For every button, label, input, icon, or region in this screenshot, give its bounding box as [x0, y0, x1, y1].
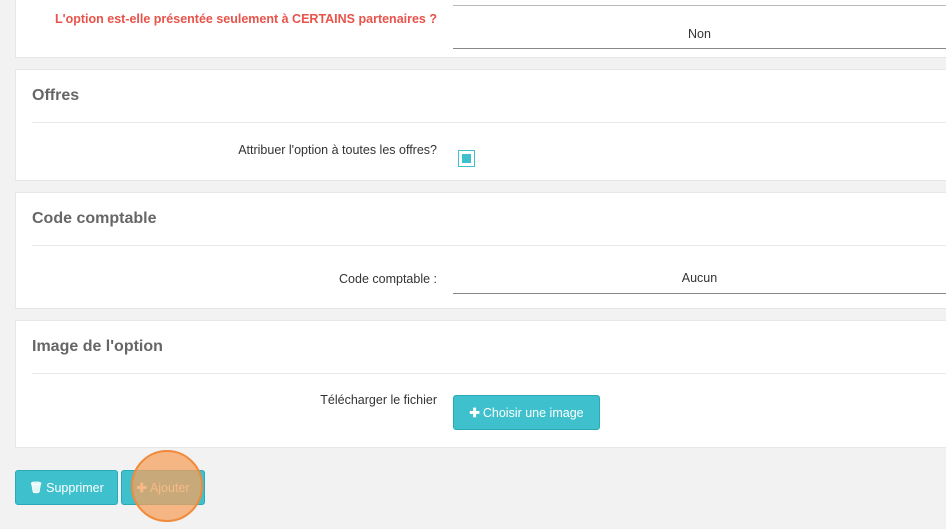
checkbox-check-mark	[462, 154, 471, 163]
offres-checkbox[interactable]	[458, 150, 475, 167]
choose-image-button[interactable]: ✚ Choisir une image	[453, 395, 600, 430]
plus-icon: ✚	[136, 481, 147, 495]
code-select[interactable]: Aucun	[453, 271, 946, 285]
choose-image-label: Choisir une image	[482, 405, 584, 420]
image-title: Image de l'option	[32, 338, 163, 355]
code-divider	[32, 245, 946, 246]
offres-title: Offres	[32, 87, 80, 104]
add-label: Ajouter	[149, 480, 190, 495]
partners-field-underline	[453, 48, 946, 49]
code-label: Code comptable :	[339, 272, 437, 286]
offres-divider	[32, 122, 946, 123]
code-title: Code comptable	[32, 210, 157, 227]
delete-button[interactable]: 🗑 Supprimer	[15, 470, 118, 505]
image-divider	[32, 373, 946, 374]
partners-select[interactable]: Non	[453, 27, 946, 41]
add-button[interactable]: ✚ Ajouter	[121, 470, 205, 505]
partners-question-label: L'option est-elle présentée seulement à …	[54, 12, 437, 26]
plus-icon: ✚	[469, 406, 480, 420]
delete-label: Supprimer	[46, 480, 104, 495]
code-panel: Code comptable Code comptable : Aucun	[15, 192, 946, 309]
trash-icon: 🗑	[29, 482, 44, 494]
offres-panel: Offres Attribuer l'option à toutes les o…	[15, 69, 946, 181]
partners-field-top-line	[453, 5, 946, 6]
image-label: Télécharger le fichier	[320, 393, 437, 407]
partners-panel: L'option est-elle présentée seulement à …	[15, 0, 946, 58]
offres-label: Attribuer l'option à toutes les offres?	[238, 143, 437, 157]
code-field-underline	[453, 293, 946, 294]
image-panel: Image de l'option Télécharger le fichier…	[15, 320, 946, 448]
